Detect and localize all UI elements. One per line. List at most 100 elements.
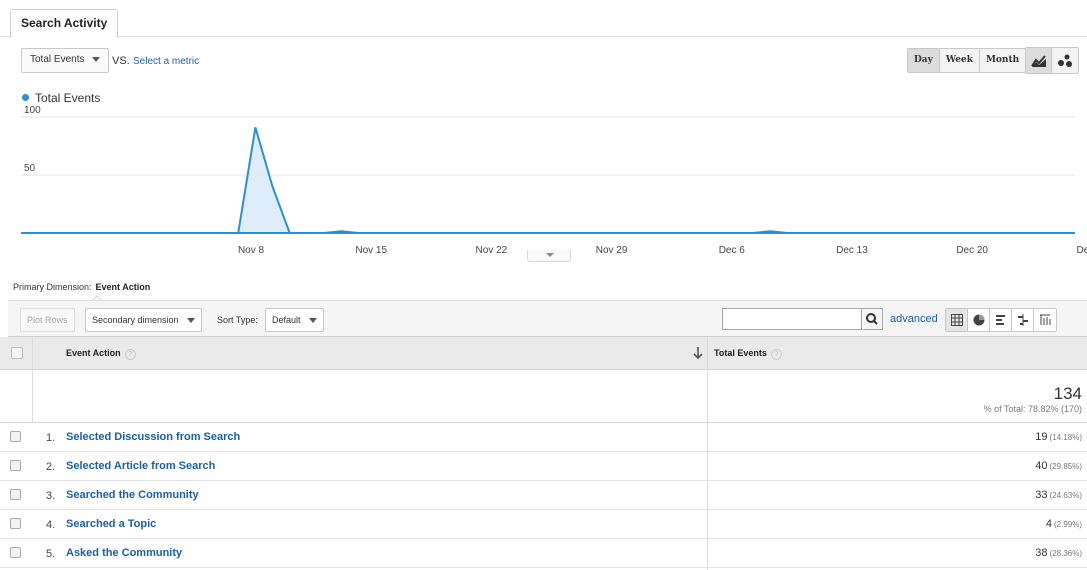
primary-dimension: Primary Dimension: Event Action [13, 282, 150, 292]
pie-chart-view-icon[interactable] [968, 309, 990, 331]
term-cloud-view-icon[interactable] [1034, 309, 1056, 331]
x-tick-label: Dec 27 [1077, 245, 1087, 256]
x-tick-label: Nov 8 [238, 245, 265, 256]
row-value: 19 [1035, 431, 1048, 443]
row-percent: (28.36%) [1049, 549, 1082, 558]
column-header-event-action-label: Event Action [66, 348, 121, 358]
row-value: 40 [1035, 460, 1048, 472]
chart-collapse-toggle[interactable] [527, 250, 571, 262]
row-total-events: 4 (2.99%) [1046, 518, 1082, 530]
report-tab-bar: Search Activity [0, 0, 1087, 38]
granularity-day-button[interactable]: Day [908, 49, 940, 72]
help-icon[interactable]: ? [124, 349, 136, 360]
chart-type-toggle [1025, 47, 1079, 74]
row-percent: (2.99%) [1053, 520, 1082, 529]
row-total-events: 38 (28.36%) [1035, 547, 1082, 559]
table-toolbar: Plot Rows Secondary dimension Sort Type:… [8, 300, 1087, 337]
column-header-event-action[interactable]: Event Action? [66, 348, 136, 360]
row-percent: (14.18%) [1049, 433, 1082, 442]
table-totals-row: 134 % of Total: 78.82% (170) [0, 371, 1087, 423]
row-percent: (24.63%) [1049, 491, 1082, 500]
table-row: 1. Selected Discussion from Search 19 (14… [0, 423, 1087, 452]
series-area-total-events [21, 127, 1075, 233]
data-table-view-icon[interactable] [946, 309, 968, 331]
row-checkbox[interactable] [10, 489, 21, 500]
table-row: 5. Asked the Community 38 (28.36%) [0, 539, 1087, 568]
vs-label: VS. [112, 55, 130, 67]
row-total-events: 19 (14.18%) [1035, 431, 1082, 443]
metric-select-label: Total Events [30, 54, 85, 65]
table-search-input[interactable] [722, 308, 862, 330]
sort-type-value: Default [272, 315, 301, 325]
total-events-percent: % of Total: 78.82% (170) [983, 404, 1082, 414]
row-checkbox[interactable] [10, 547, 21, 558]
table-header: Event Action? Total Events? [0, 337, 1087, 370]
granularity-month-button[interactable]: Month [980, 49, 1025, 72]
column-header-total-events-label: Total Events [714, 348, 767, 358]
x-tick-label: Nov 15 [355, 245, 387, 256]
series-line-total-events [21, 127, 1075, 234]
table-search-button[interactable] [862, 308, 883, 330]
search-icon [866, 313, 878, 325]
row-value: 4 [1045, 518, 1052, 530]
row-checkbox[interactable] [10, 431, 21, 442]
sort-descending-icon[interactable] [693, 346, 703, 360]
secondary-dimension-select[interactable]: Secondary dimension [85, 308, 202, 332]
advanced-filter-link[interactable]: advanced [890, 313, 938, 325]
performance-view-icon[interactable] [990, 309, 1012, 331]
legend-dot [22, 94, 29, 101]
legend-label: Total Events [35, 91, 101, 105]
table-row: 2. Selected Article from Search 40 (29.85… [0, 452, 1087, 481]
tab-search-activity[interactable]: Search Activity [10, 9, 119, 38]
sort-type-label: Sort Type: [217, 315, 258, 325]
motion-chart-icon[interactable] [1052, 48, 1078, 73]
x-tick-label: Nov 22 [476, 245, 508, 256]
x-tick-label: Dec 6 [719, 245, 746, 256]
primary-dimension-label: Primary Dimension: [13, 282, 92, 292]
x-tick-label: Nov 29 [596, 245, 628, 256]
row-checkbox[interactable] [10, 460, 21, 471]
x-tick-label: Dec 20 [956, 245, 988, 256]
row-total-events: 33 (24.63%) [1035, 489, 1082, 501]
row-index: 3. [46, 490, 56, 502]
sort-type-select[interactable]: Default [265, 308, 324, 332]
line-chart-icon[interactable] [1026, 48, 1052, 73]
row-total-events: 40 (29.85%) [1035, 460, 1082, 472]
row-value: 33 [1035, 489, 1048, 501]
granularity-toggle: Day Week Month [907, 48, 1027, 73]
row-index: 2. [46, 461, 56, 473]
total-events-chart: 100 50 Nov 8 Nov 15 Nov 22 Nov 29 Dec 6 Dec 13… [21, 105, 1087, 256]
row-value: 38 [1035, 547, 1048, 559]
table-row: 3. Searched the Community 33 (24.63%) [0, 481, 1087, 510]
chart-legend: Total Events [22, 91, 100, 105]
row-index: 4. [46, 519, 56, 531]
help-icon[interactable]: ? [770, 349, 782, 360]
column-header-total-events[interactable]: Total Events? [714, 348, 782, 360]
chevron-down-icon [186, 318, 195, 324]
y-tick-label: 50 [24, 163, 36, 174]
comparison-view-icon[interactable] [1012, 309, 1034, 331]
granularity-week-button[interactable]: Week [940, 49, 980, 72]
row-event-action-link[interactable]: Searched the Community [66, 489, 199, 501]
row-event-action-link[interactable]: Selected Discussion from Search [66, 431, 240, 443]
select-all-checkbox[interactable] [11, 347, 23, 359]
y-tick-label: 100 [24, 105, 41, 116]
total-events-value: 134 [1053, 384, 1082, 403]
row-event-action-link[interactable]: Asked the Community [66, 547, 182, 559]
table-view-toggle [945, 308, 1057, 332]
plot-rows-button[interactable]: Plot Rows [20, 308, 75, 332]
chevron-down-icon [92, 56, 101, 62]
chevron-down-icon [546, 253, 554, 257]
row-event-action-link[interactable]: Searched a Topic [66, 518, 156, 530]
chevron-down-icon [308, 318, 317, 324]
row-percent: (29.85%) [1049, 462, 1082, 471]
select-metric-link[interactable]: Select a metric [133, 56, 199, 67]
metric-select[interactable]: Total Events [21, 48, 110, 73]
row-event-action-link[interactable]: Selected Article from Search [66, 460, 215, 472]
x-tick-label: Dec 13 [836, 245, 868, 256]
secondary-dimension-label: Secondary dimension [92, 315, 179, 325]
table-row: 4. Searched a Topic 4 (2.99%) [0, 510, 1087, 539]
primary-dimension-value[interactable]: Event Action [96, 282, 151, 292]
row-checkbox[interactable] [10, 518, 21, 529]
row-index: 1. [46, 432, 56, 444]
